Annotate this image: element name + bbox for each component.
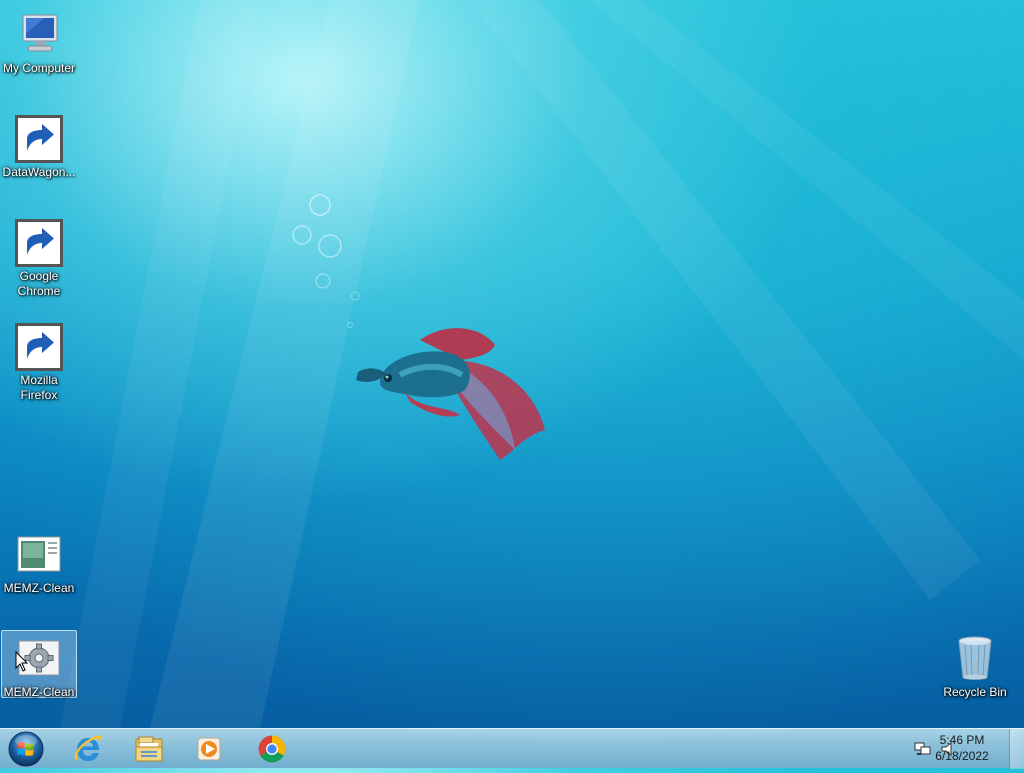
computer-icon bbox=[15, 11, 63, 59]
wallpaper-light-rays bbox=[60, 0, 1024, 728]
recycle-bin-icon bbox=[951, 635, 999, 683]
system-tray: 5:46 PM 6/18/2022 bbox=[874, 729, 1024, 769]
media-player-icon bbox=[197, 737, 221, 761]
clock-time: 5:46 PM bbox=[939, 733, 985, 747]
desktop-icon-google-chrome[interactable]: Google Chrome bbox=[1, 214, 77, 300]
memz-image-icon bbox=[15, 531, 63, 579]
icon-label: Recycle Bin bbox=[943, 685, 1007, 699]
chrome-icon bbox=[258, 735, 286, 763]
datawagon-icon bbox=[15, 115, 63, 163]
shortcut-arrow-icon bbox=[15, 323, 63, 371]
taskbar-media-player[interactable] bbox=[181, 731, 237, 767]
taskbar-internet-explorer[interactable] bbox=[60, 731, 116, 767]
desktop-icon-mozilla-firefox[interactable]: Mozilla Firefox bbox=[1, 318, 77, 404]
clock-date: 6/18/2022 bbox=[935, 749, 989, 763]
shortcut-arrow-icon bbox=[15, 219, 63, 267]
memz-settings-icon bbox=[15, 635, 63, 683]
desktop-icon-recycle-bin[interactable]: Recycle Bin bbox=[937, 630, 1013, 701]
icon-label: MEMZ-Clean bbox=[3, 581, 75, 595]
taskbar-google-chrome[interactable] bbox=[244, 731, 300, 767]
windows-start-icon bbox=[8, 731, 44, 767]
taskbar-file-explorer[interactable] bbox=[121, 731, 177, 767]
start-button[interactable] bbox=[6, 730, 46, 768]
desktop-icon-memz-clean-settings[interactable]: MEMZ-Clean bbox=[1, 630, 77, 699]
desktop[interactable]: My Computer DataWagon... Google Chrome M… bbox=[0, 0, 1024, 728]
betta-fish-image bbox=[356, 328, 545, 460]
icon-label: MEMZ-Clean bbox=[3, 685, 75, 699]
desktop-icon-memz-clean[interactable]: MEMZ-Clean bbox=[1, 526, 77, 597]
chrome-icon bbox=[15, 219, 63, 267]
firefox-icon bbox=[15, 323, 63, 371]
internet-explorer-icon bbox=[74, 735, 102, 761]
icon-label: My Computer bbox=[2, 61, 76, 75]
desktop-icon-datawagon[interactable]: DataWagon... bbox=[1, 110, 77, 181]
desktop-icon-my-computer[interactable]: My Computer bbox=[1, 6, 77, 77]
show-desktop-button[interactable] bbox=[1009, 729, 1024, 769]
icon-label: Mozilla Firefox bbox=[20, 373, 58, 402]
clock[interactable]: 5:46 PM 6/18/2022 bbox=[922, 732, 1002, 764]
icon-label: DataWagon... bbox=[2, 165, 76, 179]
taskbar: 5:46 PM 6/18/2022 bbox=[0, 728, 1024, 769]
file-explorer-icon bbox=[135, 736, 163, 762]
icon-label: Google Chrome bbox=[17, 269, 61, 298]
shortcut-arrow-icon bbox=[15, 115, 63, 163]
